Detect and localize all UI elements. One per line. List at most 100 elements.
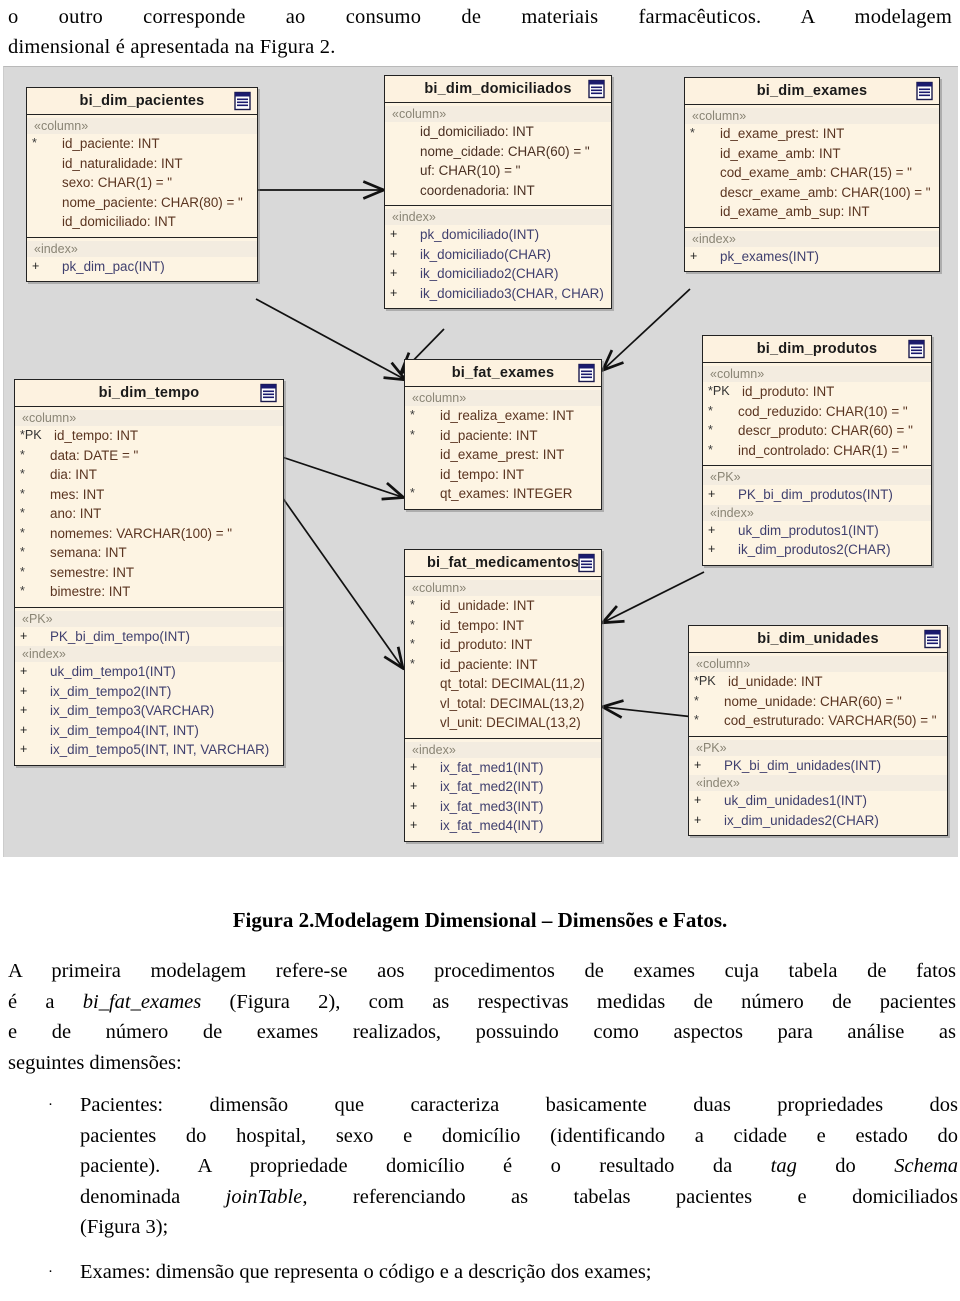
uml-table-bi_dim_unidades[interactable]: bi_dim_unidades «column» *PK id_unidade: … <box>688 625 948 836</box>
row-marker: + <box>410 779 418 793</box>
bullet1-line-2: pacientes do hospital, sexo e domicílio … <box>80 1124 958 1147</box>
index-row: + pk_dim_pac(INT) <box>27 257 257 277</box>
index-row: + ik_domiciliado3(CHAR, CHAR) <box>385 284 611 304</box>
table-header: bi_fat_exames <box>405 360 601 387</box>
row-text: nome_paciente: CHAR(80) = " <box>62 194 243 210</box>
index-row: + uk_dim_unidades1(INT) <box>689 791 947 811</box>
bullet1-line-1: Pacientes: dimensão que caracteriza basi… <box>80 1094 958 1116</box>
index-row: + ix_dim_tempo4(INT, INT) <box>15 721 283 741</box>
row-text: id_exame_prest: INT <box>440 447 565 462</box>
row-text: id_exame_amb_sup: INT <box>720 204 870 219</box>
row-text: PK_bi_dim_produtos(INT) <box>738 487 893 502</box>
jointable-emphasis: joinTable <box>225 1185 303 1208</box>
column-row: *PK id_produto: INT <box>703 382 931 402</box>
uml-table-bi_fat_medicamentos[interactable]: bi_fat_medicamentos «column» * id_unidade… <box>404 549 602 842</box>
uml-table-bi_fat_exames[interactable]: bi_fat_exames «column» * id_realiza_exame… <box>404 359 602 510</box>
row-text: sexo: CHAR(1) = " <box>62 175 173 190</box>
column-row: nome_paciente: CHAR(80) = " <box>27 193 257 213</box>
table-icon <box>924 629 941 649</box>
row-text: ix_fat_med2(INT) <box>440 779 544 794</box>
column-row: * descr_produto: CHAR(60) = " <box>703 421 931 441</box>
body-line-1: A primeira modelagem refere-se aos proce… <box>8 960 956 982</box>
row-text: nomemes: VARCHAR(100) = " <box>50 525 232 541</box>
row-text: ix_fat_med1(INT) <box>440 759 544 775</box>
uml-table-bi_dim_pacientes[interactable]: bi_dim_pacientes «column» * id_paciente: … <box>26 87 258 282</box>
index-compartment: «index» + ix_fat_med1(INT) + ix_fat_med2(I… <box>405 737 601 841</box>
index-row: + uk_dim_produtos1(INT) <box>703 521 931 541</box>
pk-index-compartment: «PK» + PK_bi_dim_unidades(INT) «index» + u… <box>689 735 947 836</box>
row-marker: * <box>410 598 415 612</box>
index-compartment: «index» + pk_exames(INT) <box>685 226 939 272</box>
pk-index-compartment: «PK» + PK_bi_dim_produtos(INT) «index» + u… <box>703 465 931 565</box>
row-text: id_paciente: INT <box>62 136 160 151</box>
column-row: * bimestre: INT <box>15 582 283 602</box>
bullet1-line-4b: , referenciando as tabelas pacientes e d… <box>302 1185 958 1208</box>
column-row: * data: DATE = " <box>15 446 283 466</box>
bullet-marker: · <box>48 1263 53 1280</box>
row-text: id_unidade: INT <box>440 598 535 613</box>
row-text: id_tempo: INT <box>440 466 525 482</box>
row-text: ix_dim_tempo4(INT, INT) <box>50 722 199 738</box>
table-icon <box>578 553 595 573</box>
uml-table-bi_dim_exames[interactable]: bi_dim_exames «column» * id_exame_prest: … <box>684 77 940 272</box>
index-row: + ix_fat_med4(INT) <box>405 816 601 836</box>
stereotype-pk: «PK» <box>689 739 947 756</box>
table-icon <box>916 81 933 101</box>
stereotype-pk: «PK» <box>15 610 283 627</box>
stereotype-column: «column» <box>685 108 939 124</box>
stereotype-index: «index» <box>15 646 283 662</box>
row-marker: + <box>390 285 398 300</box>
list-item: · Exames: dimensão que representa o códi… <box>40 1257 958 1288</box>
row-text: id_produto: INT <box>440 637 533 652</box>
stereotype-column: «column» <box>405 390 601 406</box>
stereotype-column: «column» <box>689 656 947 672</box>
row-text: uk_dim_unidades1(INT) <box>724 793 867 808</box>
table-header: bi_dim_tempo <box>15 380 283 407</box>
row-marker: * <box>708 442 713 457</box>
uml-table-bi_dim_produtos[interactable]: bi_dim_produtos «column» *PK id_produto: … <box>702 335 932 566</box>
row-marker: + <box>20 628 28 643</box>
row-marker: *PK <box>694 674 716 688</box>
row-marker: + <box>694 793 702 807</box>
row-text: cod_estruturado: VARCHAR(50) = " <box>724 713 937 728</box>
row-text: id_naturalidade: INT <box>62 155 183 171</box>
column-compartment: «column» * id_exame_prest: INT id_exame_a… <box>685 105 939 227</box>
index-row: + ix_dim_tempo3(VARCHAR) <box>15 701 283 721</box>
row-text: qt_total: DECIMAL(11,2) <box>440 676 585 691</box>
table-header: bi_dim_pacientes <box>27 88 257 115</box>
row-marker: + <box>694 812 702 827</box>
row-text: ik_domiciliado2(CHAR) <box>420 266 559 281</box>
row-marker: + <box>708 487 716 501</box>
column-compartment: «column» * id_paciente: INT id_naturalida… <box>27 115 257 237</box>
row-text: vl_unit: DECIMAL(13,2) <box>440 715 581 730</box>
row-marker: + <box>32 258 40 273</box>
uml-table-bi_dim_domiciliados[interactable]: bi_dim_domiciliados «column» id_domicili… <box>384 75 612 309</box>
intro-line-1: o outro corresponde ao consumo de materi… <box>8 6 952 28</box>
column-row: * id_realiza_exame: INT <box>405 406 601 426</box>
column-compartment: «column» * id_realiza_exame: INT * id_paci… <box>405 387 601 509</box>
column-row: * ind_controlado: CHAR(1) = " <box>703 441 931 461</box>
uml-table-bi_dim_tempo[interactable]: bi_dim_tempo «column» *PK id_tempo: INT *… <box>14 379 284 766</box>
stereotype-index: «index» <box>689 775 947 791</box>
row-marker: + <box>390 227 398 241</box>
index-row: + ik_domiciliado(CHAR) <box>385 245 611 265</box>
table-title: bi_dim_produtos <box>756 341 878 357</box>
table-header: bi_fat_medicamentos <box>405 550 601 577</box>
bullet2-line-1: Exames: dimensão que representa o código… <box>80 1260 652 1283</box>
column-compartment: «column» * id_unidade: INT * id_tempo: INT… <box>405 577 601 738</box>
row-text: qt_exames: INTEGER <box>440 486 573 501</box>
intro-paragraph: o outro corresponde ao consumo de materi… <box>8 2 952 62</box>
row-text: PK_bi_dim_unidades(INT) <box>724 757 882 773</box>
body-line-2a: é a <box>8 990 83 1013</box>
stereotype-index: «index» <box>385 209 611 225</box>
row-marker: * <box>708 403 713 418</box>
body-line-2b: (Figura 2), com as respectivas medidas d… <box>201 990 956 1013</box>
column-row: vl_unit: DECIMAL(13,2) <box>405 713 601 733</box>
row-text: nome_unidade: CHAR(60) = " <box>724 693 902 709</box>
column-row: cod_exame_amb: CHAR(15) = " <box>685 163 939 183</box>
row-marker: * <box>20 584 25 598</box>
stereotype-column: «column» <box>405 580 601 596</box>
row-text: ik_domiciliado(CHAR) <box>420 246 551 262</box>
row-marker: * <box>410 486 415 500</box>
column-row: id_domiciliado: INT <box>420 124 534 139</box>
